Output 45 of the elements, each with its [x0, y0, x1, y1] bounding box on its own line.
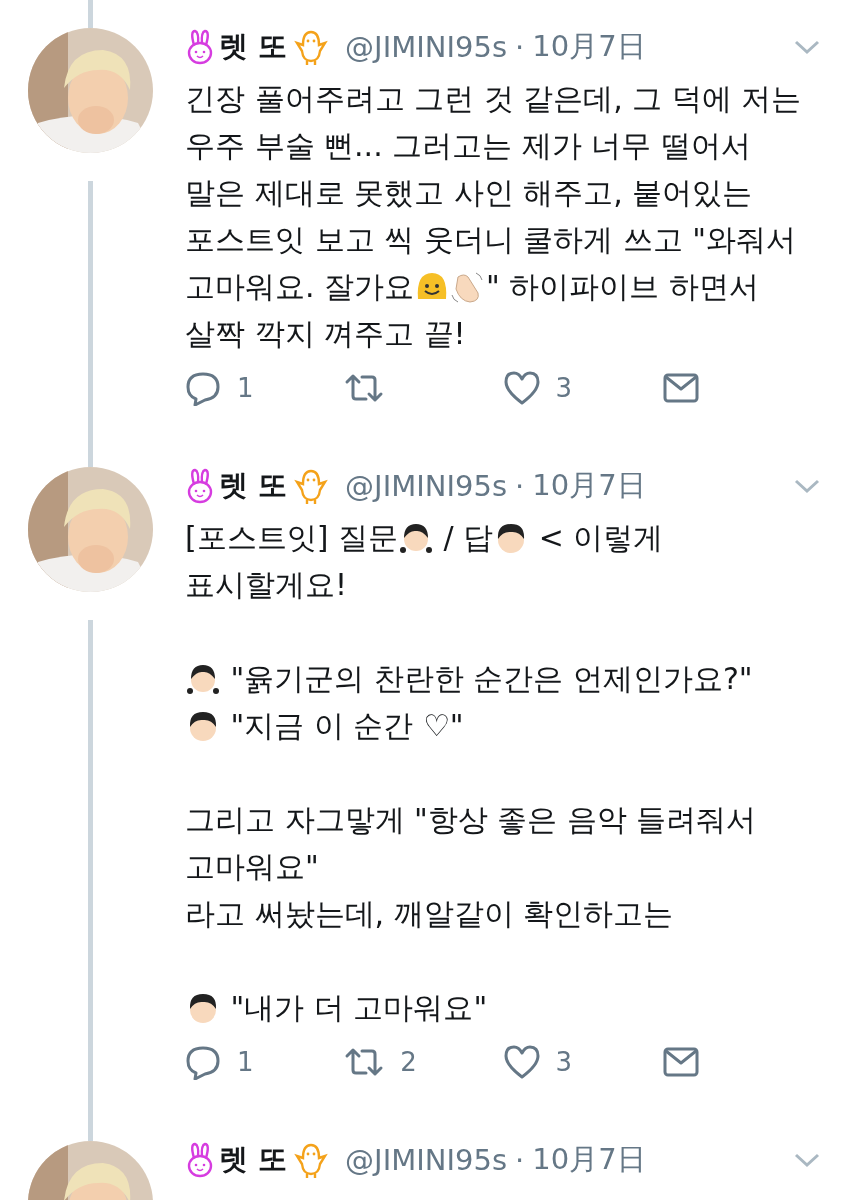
tweet-text: 라고 써놨는데, 깨알같이 확인하고는 — [185, 895, 674, 933]
tweet-text: [포스트잇] 질문 — [185, 519, 398, 557]
mail-icon[interactable] — [662, 373, 699, 403]
rabbit-icon — [185, 1142, 215, 1178]
rabbit-icon — [185, 468, 215, 504]
tweet-text: " 하이파이브 하면서 — [486, 268, 759, 306]
tweet-date[interactable]: 10月7日 — [532, 27, 646, 67]
reply-count: 1 — [237, 373, 254, 403]
tweet-text: < 이렇게 — [537, 519, 664, 557]
tweet-text: 우주 부술 뻔... 그러고는 제가 너무 떨어서 — [185, 127, 751, 165]
tweet-text: 그리고 자그맣게 "항상 좋은 음악 들려줘서 — [185, 801, 757, 839]
tweet-text: "내가 더 고마워요" — [229, 989, 488, 1027]
author-name[interactable]: 렛 또 — [219, 466, 288, 506]
tweet-text: 살짝 깍지 껴주고 끝! — [185, 315, 466, 353]
tweet-text: 긴장 풀어주려고 그런 것 같은데, 그 덕에 저는 — [185, 80, 802, 118]
tweet-text: "윩기군의 찬란한 순간은 언제인가요?" — [229, 660, 753, 698]
mail-icon[interactable] — [662, 1047, 699, 1077]
author-handle[interactable]: @JIMINI95s — [345, 469, 508, 503]
tweet-text: 표시할게요! — [185, 566, 348, 604]
separator-dot: · — [515, 469, 525, 503]
tweet-text: 고마워요" — [185, 848, 319, 886]
rabbit-icon — [185, 29, 215, 65]
retweet-icon[interactable] — [344, 1046, 385, 1078]
author-handle[interactable]: @JIMINI95s — [345, 30, 508, 64]
tweet-date[interactable]: 10月7日 — [532, 466, 646, 506]
author-name[interactable]: 렛 또 — [219, 1140, 288, 1180]
heart-icon[interactable] — [503, 371, 540, 405]
tweet-text: "지금 이 순간 ♡" — [229, 707, 464, 745]
tweet-text: 포스트잇 보고 씩 웃더니 쿨하게 쓰고 "와줘서 — [185, 221, 796, 259]
tweet-text: 말은 제대로 못했고 사인 해주고, 붙어있는 — [185, 174, 753, 212]
tweet-date[interactable]: 10月7日 — [532, 1140, 646, 1180]
reply-icon[interactable] — [185, 370, 221, 406]
like-count: 3 — [555, 373, 573, 403]
tweet-text: 고마워요. 잘가요 — [185, 268, 415, 306]
separator-dot: · — [515, 1143, 525, 1177]
author-name[interactable]: 렛 또 — [219, 27, 288, 67]
retweet-icon[interactable] — [344, 372, 385, 404]
reply-icon[interactable] — [185, 1044, 221, 1080]
retweet-count: 2 — [400, 1047, 417, 1077]
heart-icon[interactable] — [503, 1045, 540, 1079]
like-count: 3 — [555, 1047, 573, 1077]
author-handle[interactable]: @JIMINI95s — [345, 1143, 508, 1177]
tweet-text: / 답 — [442, 519, 494, 557]
reply-count: 1 — [237, 1047, 254, 1077]
separator-dot: · — [515, 30, 525, 64]
